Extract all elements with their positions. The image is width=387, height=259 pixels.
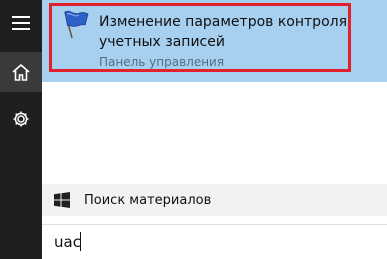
results-panel: Изменение параметров контроля учетных за… — [42, 0, 387, 259]
windows-logo-icon — [54, 192, 70, 208]
menu-button[interactable] — [0, 2, 42, 44]
result-title: Изменение параметров контроля учетных за… — [99, 14, 348, 50]
left-rail — [0, 0, 42, 259]
settings-gear-icon — [13, 111, 29, 127]
hamburger-menu-icon — [12, 16, 30, 30]
text-caret — [80, 232, 81, 251]
search-box[interactable] — [42, 224, 387, 259]
search-web-label: Поиск материалов — [84, 192, 212, 208]
cortana-search-window: Изменение параметров контроля учетных за… — [0, 0, 387, 259]
result-subtitle: Панель управления — [99, 55, 225, 69]
uac-flag-icon — [64, 10, 89, 39]
search-web-button[interactable]: Поиск материалов — [42, 184, 387, 216]
settings-button[interactable] — [0, 98, 42, 140]
home-icon — [12, 63, 30, 81]
best-match-result[interactable]: Изменение параметров контроля учетных за… — [42, 0, 387, 82]
home-button[interactable] — [0, 52, 42, 92]
search-input[interactable] — [54, 231, 374, 253]
